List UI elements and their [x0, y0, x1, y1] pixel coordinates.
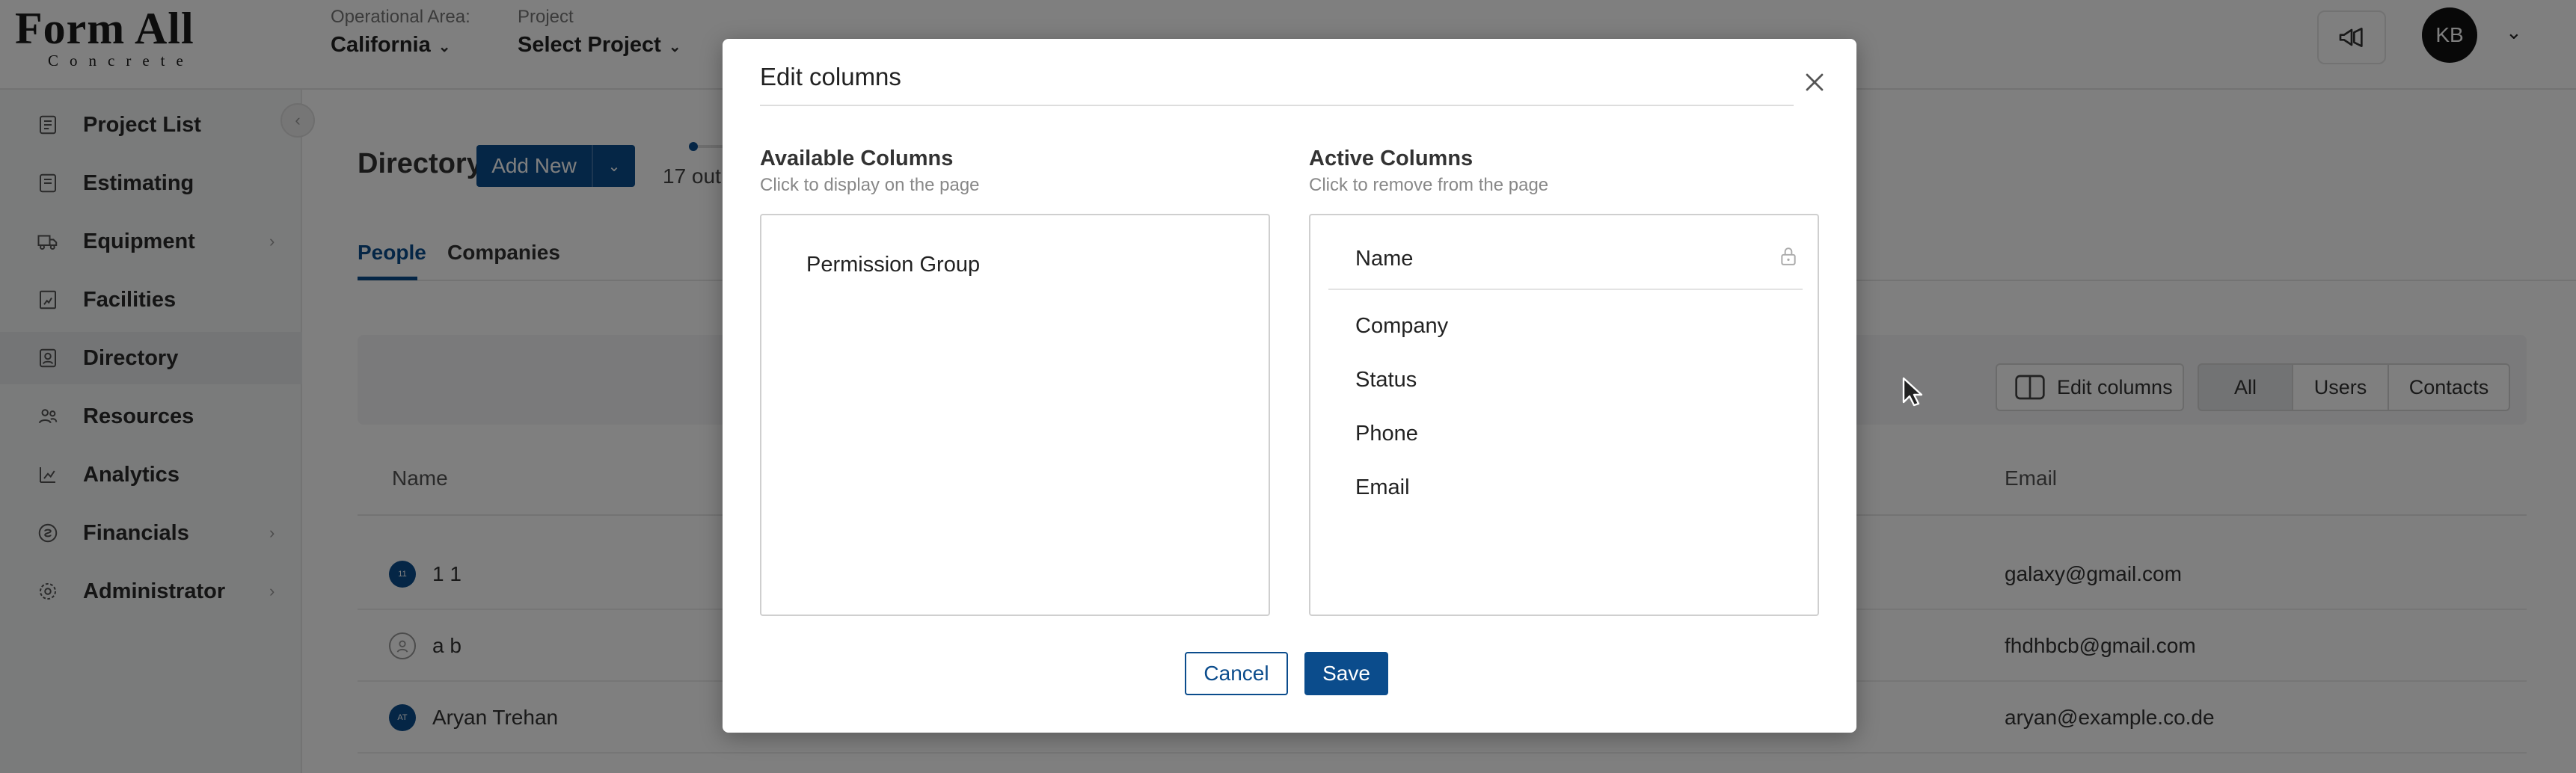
active-column-email[interactable]: Email	[1355, 475, 1410, 500]
close-button[interactable]	[1797, 64, 1833, 100]
available-columns-title: Available Columns	[760, 147, 954, 170]
active-columns-subtitle: Click to remove from the page	[1309, 175, 1549, 195]
active-columns-list: Name Company Status Phone Email	[1309, 214, 1819, 616]
active-column-company[interactable]: Company	[1355, 314, 1448, 339]
available-columns-subtitle: Click to display on the page	[760, 175, 980, 195]
locked-divider	[1328, 289, 1803, 290]
active-column-phone[interactable]: Phone	[1355, 422, 1418, 446]
save-button[interactable]: Save	[1304, 652, 1388, 695]
active-column-status[interactable]: Status	[1355, 368, 1417, 392]
dialog-divider	[760, 105, 1794, 106]
close-icon	[1806, 73, 1824, 91]
lock-icon	[1781, 247, 1796, 265]
active-columns-title: Active Columns	[1309, 147, 1473, 170]
dialog-title: Edit columns	[760, 63, 901, 90]
available-column-permission-group[interactable]: Permission Group	[806, 253, 980, 277]
mouse-cursor-icon	[1902, 377, 1923, 407]
edit-columns-dialog: Edit columns Available Columns Click to …	[723, 39, 1856, 733]
active-column-name-locked: Name	[1355, 247, 1414, 271]
available-columns-list: Permission Group	[760, 214, 1270, 616]
cancel-button[interactable]: Cancel	[1185, 652, 1288, 695]
